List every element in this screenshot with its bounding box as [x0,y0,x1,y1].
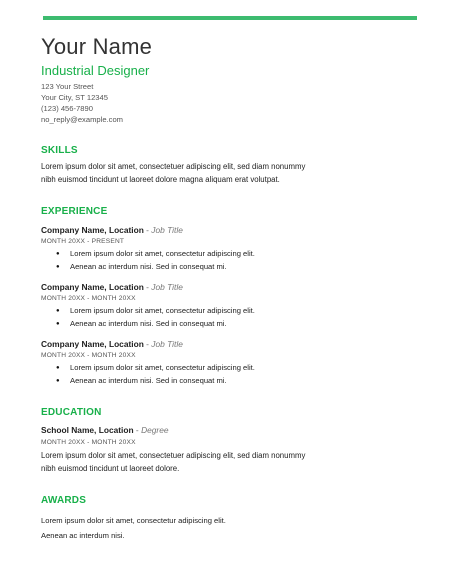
job-dates: MONTH 20XX - PRESENT [41,238,125,245]
education-dates: MONTH 20XX - MONTH 20XX [41,439,136,446]
job-bullets: Lorem ipsum dolor sit amet, consectetur … [41,362,421,387]
job-company: Company Name, Location [41,225,144,235]
education-line: nibh euismod tincidunt ut laoreet dolore… [41,464,180,473]
job-bullet: Lorem ipsum dolor sit amet, consectetur … [56,305,421,318]
job-bullet: Aenean ac interdum nisi. Sed in consequa… [56,261,421,274]
skills-line: Lorem ipsum dolor sit amet, consectetuer… [41,162,306,171]
job-bullet: Aenean ac interdum nisi. Sed in consequa… [56,375,421,388]
awards-text: Lorem ipsum dolor sit amet, consectetur … [41,513,421,543]
job-bullets: Lorem ipsum dolor sit amet, consectetur … [41,305,421,330]
job-company: Company Name, Location [41,339,144,349]
contact-email: no_reply@example.com [41,115,123,124]
contact-street: 123 Your Street [41,82,94,91]
job-bullets: Lorem ipsum dolor sit amet, consectetur … [41,248,421,273]
education-school: School Name, Location [41,425,134,435]
job-bullet: Aenean ac interdum nisi. Sed in consequa… [56,318,421,331]
job-title: Job Title [151,339,183,349]
contact-city: Your City, ST 12345 [41,93,108,102]
job-dates: MONTH 20XX - MONTH 20XX [41,295,136,302]
education-header: School Name, Location - Degree [41,424,421,436]
awards-line: Aenean ac interdum nisi. [41,531,125,540]
job-entry: Company Name, Location - Job Title MONTH… [41,224,421,273]
job-bullet: Lorem ipsum dolor sit amet, consectetur … [56,248,421,261]
education-text: Lorem ipsum dolor sit amet, consectetuer… [41,449,421,475]
education-heading: EDUCATION [41,407,102,418]
job-company: Company Name, Location [41,282,144,292]
job-entry: Company Name, Location - Job Title MONTH… [41,338,421,387]
job-title: Job Title [151,282,183,292]
resume-page: Your Name Industrial Designer 123 Your S… [41,34,421,543]
skills-heading: SKILLS [41,145,78,156]
contact-phone: (123) 456-7890 [41,104,93,113]
job-header: Company Name, Location - Job Title [41,224,421,236]
awards-heading: AWARDS [41,495,87,506]
resume-name: Your Name [41,34,153,59]
awards-line: Lorem ipsum dolor sit amet, consectetur … [41,516,226,525]
job-dates: MONTH 20XX - MONTH 20XX [41,352,136,359]
job-bullet: Lorem ipsum dolor sit amet, consectetur … [56,362,421,375]
top-accent-bar [43,16,417,20]
education-degree: Degree [141,425,169,435]
experience-heading: EXPERIENCE [41,206,108,217]
contact-block: 123 Your Street Your City, ST 12345 (123… [41,81,421,125]
skills-text: Lorem ipsum dolor sit amet, consectetuer… [41,160,421,186]
job-entry: Company Name, Location - Job Title MONTH… [41,281,421,330]
job-title: Job Title [151,225,183,235]
education-dash: - [133,425,142,435]
skills-line: nibh euismod tincidunt ut laoreet dolore… [41,175,280,184]
job-header: Company Name, Location - Job Title [41,281,421,293]
job-header: Company Name, Location - Job Title [41,338,421,350]
resume-role: Industrial Designer [41,63,150,78]
education-line: Lorem ipsum dolor sit amet, consectetuer… [41,451,306,460]
